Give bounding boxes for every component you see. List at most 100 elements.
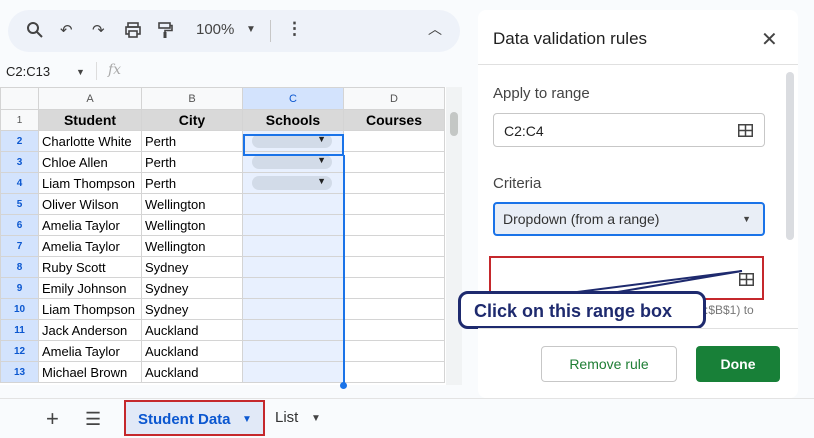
student-cell[interactable]: Emily Johnson bbox=[38, 277, 142, 299]
city-cell[interactable]: Wellington bbox=[141, 214, 243, 236]
select-range-icon[interactable] bbox=[738, 124, 753, 137]
zoom-level[interactable]: 100% bbox=[196, 21, 234, 38]
row-header[interactable]: 12 bbox=[0, 340, 39, 362]
search-icon[interactable] bbox=[26, 21, 44, 39]
tab-list[interactable]: List bbox=[275, 409, 298, 426]
student-cell[interactable]: Charlotte White bbox=[38, 130, 142, 152]
header-cell-city[interactable]: City bbox=[141, 109, 243, 131]
dropdown-chip[interactable] bbox=[252, 176, 332, 190]
row-header[interactable]: 6 bbox=[0, 214, 39, 236]
dropdown-chip[interactable] bbox=[252, 155, 332, 169]
city-cell[interactable]: Perth bbox=[141, 130, 243, 152]
row-header[interactable]: 11 bbox=[0, 319, 39, 341]
column-header-b[interactable]: B bbox=[141, 87, 243, 110]
row-header[interactable]: 13 bbox=[0, 361, 39, 383]
student-cell[interactable]: Ruby Scott bbox=[38, 256, 142, 278]
schools-cell[interactable] bbox=[242, 151, 344, 173]
student-cell[interactable]: Michael Brown bbox=[38, 361, 142, 383]
fill-handle[interactable] bbox=[340, 382, 347, 389]
row-header[interactable]: 2 bbox=[0, 130, 39, 152]
schools-cell[interactable] bbox=[242, 361, 344, 383]
panel-scrollbar[interactable] bbox=[786, 72, 794, 240]
header-cell-schools[interactable]: Schools bbox=[242, 109, 344, 131]
city-cell[interactable]: Auckland bbox=[141, 319, 243, 341]
city-cell[interactable]: Sydney bbox=[141, 277, 243, 299]
redo-icon[interactable]: ↷ bbox=[92, 21, 105, 41]
row-header[interactable]: 7 bbox=[0, 235, 39, 257]
done-button[interactable]: Done bbox=[696, 346, 780, 382]
city-cell[interactable]: Auckland bbox=[141, 361, 243, 383]
tab-list-caret-icon[interactable]: ▼ bbox=[311, 413, 321, 424]
city-cell[interactable]: Sydney bbox=[141, 298, 243, 320]
add-sheet-icon[interactable]: + bbox=[46, 406, 59, 432]
row-header[interactable]: 8 bbox=[0, 256, 39, 278]
paint-format-icon[interactable] bbox=[156, 21, 174, 39]
schools-cell[interactable] bbox=[242, 130, 344, 152]
corner-cell[interactable] bbox=[0, 87, 39, 110]
schools-cell[interactable] bbox=[242, 277, 344, 299]
courses-cell[interactable] bbox=[343, 319, 445, 341]
row-header[interactable]: 3 bbox=[0, 151, 39, 173]
criteria-dropdown[interactable]: Dropdown (from a range) ▼ bbox=[493, 202, 765, 236]
city-cell[interactable]: Sydney bbox=[141, 256, 243, 278]
more-options-icon[interactable]: ⋮ bbox=[286, 19, 303, 39]
student-cell[interactable]: Amelia Taylor bbox=[38, 235, 142, 257]
city-cell[interactable]: Wellington bbox=[141, 193, 243, 215]
name-box-caret-icon[interactable]: ▼ bbox=[76, 67, 85, 77]
student-cell[interactable]: Liam Thompson bbox=[38, 298, 142, 320]
courses-cell[interactable] bbox=[343, 193, 445, 215]
undo-icon[interactable]: ↶ bbox=[60, 21, 73, 41]
grid-scrollbar-thumb[interactable] bbox=[450, 112, 458, 136]
schools-cell[interactable] bbox=[242, 172, 344, 194]
courses-cell[interactable] bbox=[343, 214, 445, 236]
student-cell[interactable]: Amelia Taylor bbox=[38, 214, 142, 236]
column-header-d[interactable]: D bbox=[343, 87, 445, 110]
zoom-caret-icon[interactable]: ▼ bbox=[246, 24, 256, 35]
close-icon[interactable]: ✕ bbox=[761, 27, 778, 52]
student-cell[interactable]: Liam Thompson bbox=[38, 172, 142, 194]
all-sheets-icon[interactable]: ☰ bbox=[85, 409, 101, 430]
schools-cell[interactable] bbox=[242, 298, 344, 320]
column-header-c[interactable]: C bbox=[242, 87, 344, 110]
courses-cell[interactable] bbox=[343, 340, 445, 362]
student-cell[interactable]: Oliver Wilson bbox=[38, 193, 142, 215]
courses-cell[interactable] bbox=[343, 298, 445, 320]
courses-cell[interactable] bbox=[343, 130, 445, 152]
schools-cell[interactable] bbox=[242, 214, 344, 236]
header-cell-student[interactable]: Student bbox=[38, 109, 142, 131]
schools-cell[interactable] bbox=[242, 340, 344, 362]
student-cell[interactable]: Amelia Taylor bbox=[38, 340, 142, 362]
schools-cell[interactable] bbox=[242, 319, 344, 341]
schools-cell[interactable] bbox=[242, 235, 344, 257]
schools-cell[interactable] bbox=[242, 193, 344, 215]
courses-cell[interactable] bbox=[343, 256, 445, 278]
row-header[interactable]: 10 bbox=[0, 298, 39, 320]
courses-cell[interactable] bbox=[343, 172, 445, 194]
student-cell[interactable]: Jack Anderson bbox=[38, 319, 142, 341]
tab-student-data[interactable]: Student Data ▼ bbox=[124, 400, 265, 436]
city-cell[interactable]: Wellington bbox=[141, 235, 243, 257]
select-range-icon[interactable] bbox=[739, 273, 754, 286]
row-header[interactable]: 1 bbox=[0, 109, 39, 131]
remove-rule-button[interactable]: Remove rule bbox=[541, 346, 677, 382]
spreadsheet-grid[interactable]: A B C D 1 Student City Schools Courses 2… bbox=[0, 87, 446, 385]
courses-cell[interactable] bbox=[343, 235, 445, 257]
city-cell[interactable]: Perth bbox=[141, 172, 243, 194]
dropdown-chip[interactable] bbox=[252, 134, 332, 148]
collapse-icon[interactable]: ︿ bbox=[428, 19, 442, 39]
city-cell[interactable]: Auckland bbox=[141, 340, 243, 362]
courses-cell[interactable] bbox=[343, 361, 445, 383]
header-cell-courses[interactable]: Courses bbox=[343, 109, 445, 131]
courses-cell[interactable] bbox=[343, 277, 445, 299]
name-box[interactable]: C2:C13 bbox=[6, 64, 50, 79]
row-header[interactable]: 5 bbox=[0, 193, 39, 215]
column-header-a[interactable]: A bbox=[38, 87, 142, 110]
schools-cell[interactable] bbox=[242, 256, 344, 278]
row-header[interactable]: 9 bbox=[0, 277, 39, 299]
apply-range-input[interactable]: C2:C4 bbox=[493, 113, 765, 147]
city-cell[interactable]: Perth bbox=[141, 151, 243, 173]
print-icon[interactable] bbox=[124, 21, 142, 39]
student-cell[interactable]: Chloe Allen bbox=[38, 151, 142, 173]
row-header[interactable]: 4 bbox=[0, 172, 39, 194]
tab-caret-icon[interactable]: ▼ bbox=[242, 414, 252, 425]
